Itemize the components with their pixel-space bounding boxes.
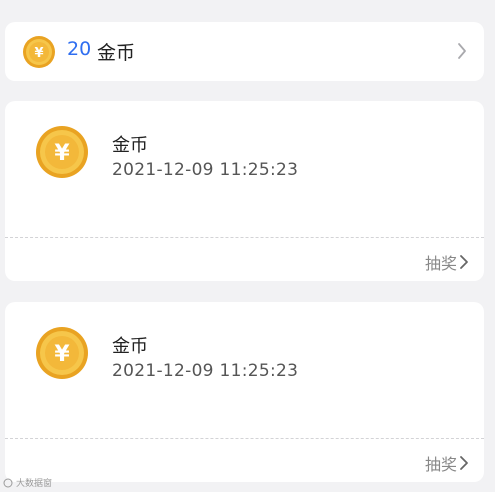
record-title: 金币 — [112, 336, 148, 357]
chevron-right-icon[interactable] — [458, 454, 470, 472]
watermark-text: 大数据窗 — [16, 479, 53, 489]
coin-icon: ¥ — [36, 327, 88, 379]
chevron-right-icon — [458, 43, 466, 59]
watermark: 大数据窗 — [3, 476, 52, 489]
dashed-divider — [5, 237, 484, 238]
svg-text:¥: ¥ — [34, 46, 43, 61]
weibo-icon — [3, 478, 13, 487]
coin-summary-card[interactable]: ¥ 20 金币 — [5, 22, 484, 81]
record-timestamp: 2021-12-09 11:25:23 — [112, 361, 299, 381]
coin-amount: 20 — [67, 38, 92, 60]
lottery-link[interactable]: 抽奖 — [425, 451, 457, 475]
coin-record-card: ¥ 金币 2021-12-09 11:25:23 抽奖 — [5, 101, 484, 281]
svg-text:¥: ¥ — [54, 141, 70, 166]
lottery-link[interactable]: 抽奖 — [425, 250, 457, 274]
coin-unit-label: 金币 — [97, 42, 136, 64]
record-timestamp: 2021-12-09 11:25:23 — [112, 160, 299, 180]
coin-icon: ¥ — [36, 126, 88, 178]
dashed-divider — [5, 438, 484, 439]
record-title: 金币 — [112, 135, 148, 156]
chevron-right-icon[interactable] — [458, 253, 470, 271]
coin-icon: ¥ — [23, 36, 55, 68]
svg-text:¥: ¥ — [54, 342, 70, 367]
coin-record-card: ¥ 金币 2021-12-09 11:25:23 抽奖 — [5, 302, 484, 482]
